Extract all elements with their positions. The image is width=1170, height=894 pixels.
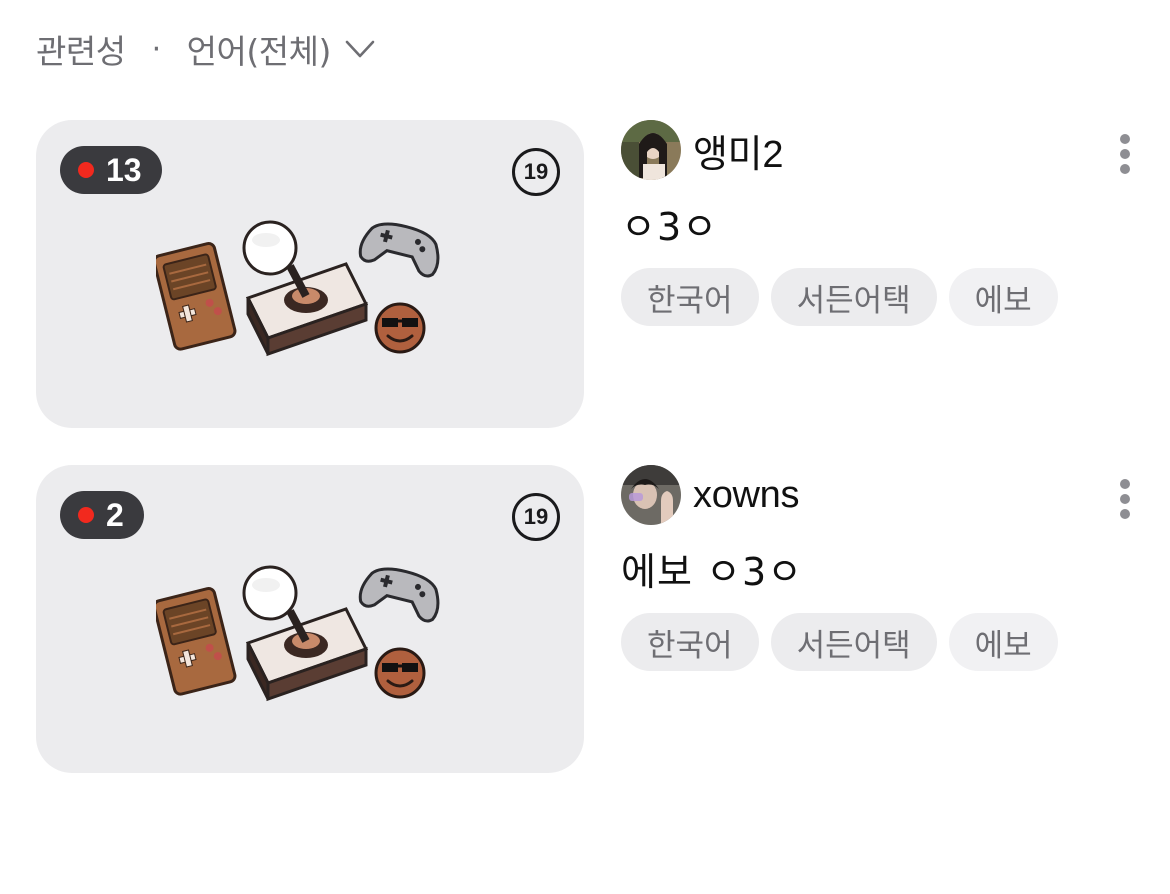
streamer-row[interactable]: xowns [621,465,800,525]
viewer-count: 2 [106,496,124,533]
more-vertical-icon[interactable] [1118,134,1132,174]
avatar[interactable] [621,120,681,180]
tag[interactable]: 한국어 [621,268,759,326]
tag[interactable]: 에보 [948,613,1058,671]
live-dot-icon [78,507,94,523]
stream-title[interactable]: 에보 ㅇ3ㅇ [621,541,803,596]
game-console-illustration-icon [156,565,440,702]
streamer-name[interactable]: 앵미2 [693,123,783,178]
stream-info: xowns 에보 ㅇ3ㅇ 한국어 서든어택 에보 [621,465,1146,775]
chevron-down-icon [345,40,375,58]
tag-list: 한국어 서든어택 에보 [621,268,1058,326]
sort-filter[interactable]: 관련성 [36,25,126,73]
more-vertical-icon[interactable] [1118,479,1132,519]
age-restriction-badge: 19 [512,148,560,196]
language-filter-label: 언어(전체) [186,32,332,71]
avatar[interactable] [621,465,681,525]
viewer-count-badge: 13 [60,146,162,194]
game-console-illustration-icon [156,220,440,357]
stream-title[interactable]: ㅇ3ㅇ [621,196,718,251]
streamer-row[interactable]: 앵미2 [621,120,783,180]
stream-card[interactable]: 13 19 앵미2 ㅇ3ㅇ 한국어 서든어택 에보 [36,120,1146,430]
tag[interactable]: 서든어택 [770,613,937,671]
stream-thumbnail[interactable]: 13 19 [36,120,584,428]
viewer-count: 13 [106,151,142,188]
language-filter[interactable]: 언어(전체) [187,25,375,73]
tag[interactable]: 한국어 [621,613,759,671]
viewer-count-badge: 2 [60,491,144,539]
filter-separator: · [151,31,162,67]
tag[interactable]: 서든어택 [770,268,937,326]
filter-bar: 관련성 · 언어(전체) [36,26,375,72]
stream-card[interactable]: 2 19 xowns 에보 ㅇ3ㅇ 한국어 서든어택 에보 [36,465,1146,775]
stream-thumbnail[interactable]: 2 19 [36,465,584,773]
age-restriction-badge: 19 [512,493,560,541]
streamer-name[interactable]: xowns [693,474,800,517]
tag-list: 한국어 서든어택 에보 [621,613,1058,671]
stream-info: 앵미2 ㅇ3ㅇ 한국어 서든어택 에보 [621,120,1146,430]
tag[interactable]: 에보 [948,268,1058,326]
live-dot-icon [78,162,94,178]
